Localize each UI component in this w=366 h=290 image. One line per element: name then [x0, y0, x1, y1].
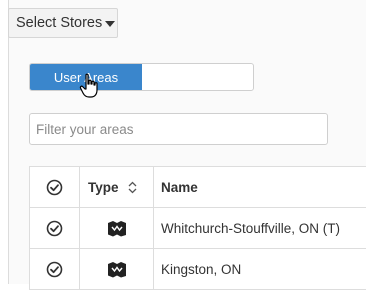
caret-down-icon — [105, 21, 115, 27]
check-circle-icon[interactable] — [46, 261, 63, 278]
table-row[interactable]: Whitchurch-Stouffville, ON (T) — [30, 208, 366, 249]
map-area-icon — [107, 220, 127, 237]
map-area-icon — [107, 261, 127, 278]
table-row[interactable]: Kingston, ON — [30, 249, 366, 290]
check-circle-icon[interactable] — [46, 179, 63, 196]
select-stores-label: Select Stores — [16, 15, 102, 31]
area-name-cell: Whitchurch-Stouffville, ON (T) — [154, 208, 366, 249]
hand-pointer-cursor-icon — [79, 73, 99, 99]
row-select-cell[interactable] — [30, 249, 80, 290]
check-circle-icon[interactable] — [46, 220, 63, 237]
areas-table: Type Name — [29, 166, 366, 290]
area-name-cell: Kingston, ON — [154, 249, 366, 290]
filter-areas-input[interactable] — [29, 113, 328, 145]
select-all-header[interactable] — [30, 167, 80, 208]
type-column-header[interactable]: Type — [80, 167, 154, 208]
type-column-label: Type — [88, 180, 119, 195]
area-type-toggle[interactable]: User Areas — [29, 63, 254, 91]
type-cell — [80, 208, 154, 249]
name-column-label: Name — [161, 180, 198, 195]
table-header-row: Type Name — [30, 167, 366, 208]
name-column-header[interactable]: Name — [154, 167, 366, 208]
select-stores-dropdown[interactable]: Select Stores — [8, 8, 118, 38]
row-select-cell[interactable] — [30, 208, 80, 249]
type-cell — [80, 249, 154, 290]
sort-icon[interactable] — [128, 181, 137, 194]
